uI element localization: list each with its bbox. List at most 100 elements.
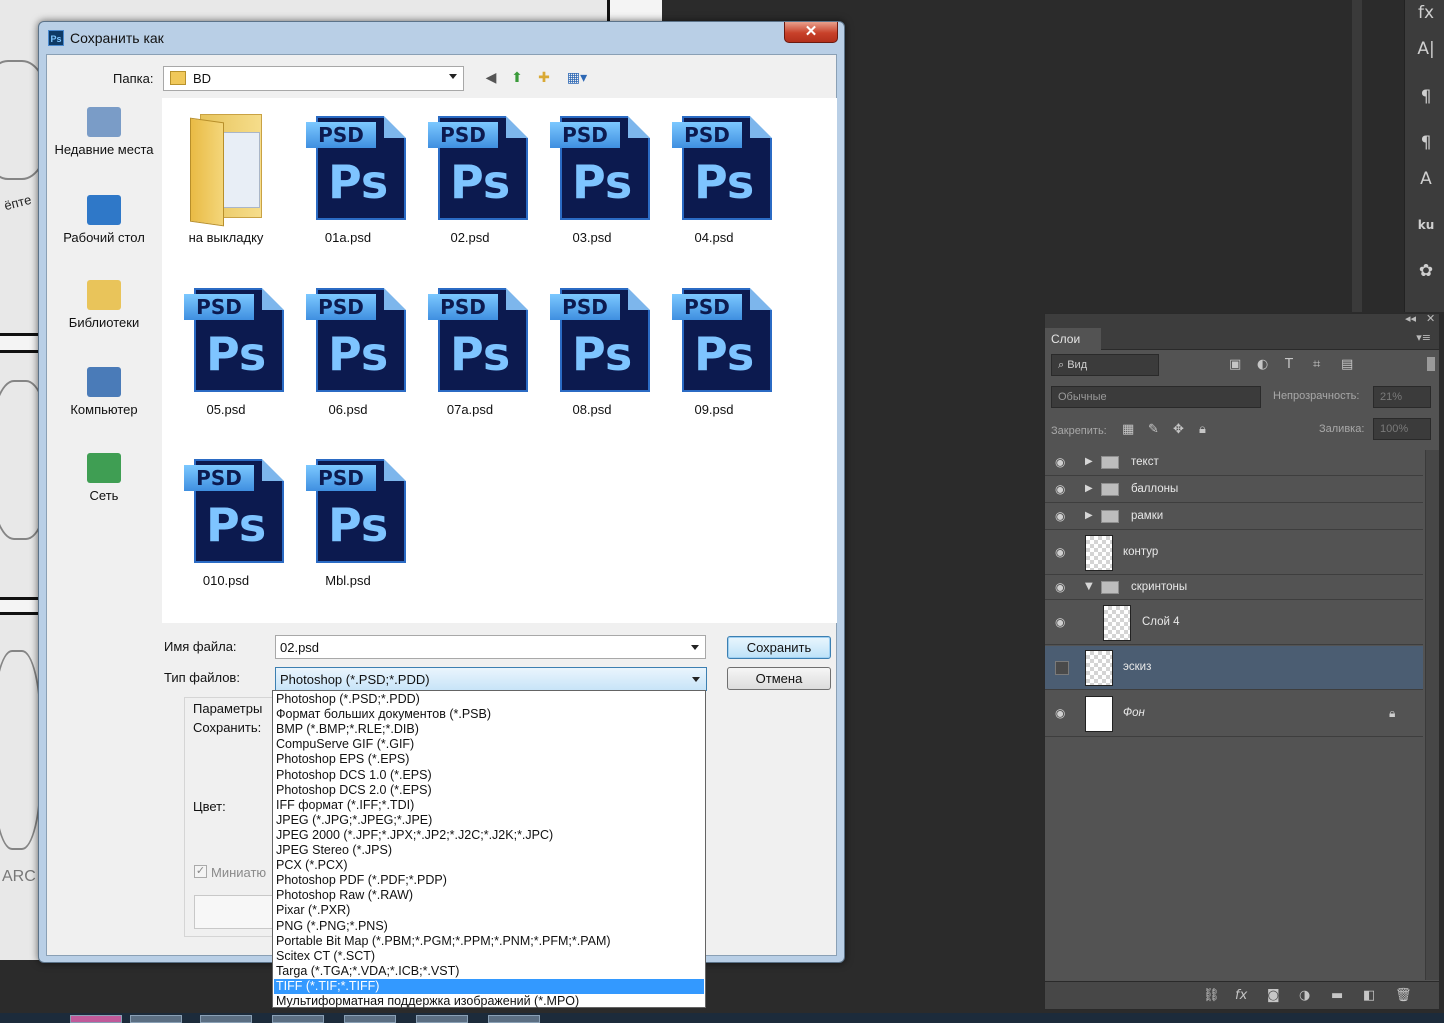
filetype-option[interactable]: Photoshop EPS (*.EPS) <box>274 752 704 767</box>
fx-icon[interactable]: fx <box>1413 0 1439 26</box>
taskbar-button[interactable] <box>344 1015 396 1023</box>
filetype-option[interactable]: PNG (*.PNG;*.PNS) <box>274 919 704 934</box>
collapsed-triangle-icon[interactable]: ▶ <box>1085 483 1093 494</box>
visibility-eye-icon[interactable]: ◉ <box>1055 615 1065 629</box>
visibility-eye-icon[interactable]: ◉ <box>1055 509 1065 523</box>
file-item[interactable]: PSD Ps 08.psd <box>538 278 650 438</box>
view-menu-icon[interactable]: ▦▾ <box>562 68 592 88</box>
chevron-down-icon[interactable] <box>691 645 699 650</box>
taskbar-button[interactable] <box>272 1015 324 1023</box>
up-folder-icon[interactable]: ⬆ <box>507 68 527 88</box>
place-libraries[interactable]: Библиотеки <box>53 280 155 331</box>
filetype-option[interactable]: Photoshop PDF (*.PDF;*.PDP) <box>274 873 704 888</box>
character-styles-icon[interactable]: A <box>1413 166 1439 192</box>
folder-select[interactable]: BD <box>163 66 464 91</box>
filetype-option[interactable]: Portable Bit Map (*.PBM;*.PGM;*.PPM;*.PN… <box>274 934 704 949</box>
paragraph-styles-icon[interactable]: ¶ <box>1413 130 1439 156</box>
filetype-option[interactable]: Photoshop DCS 1.0 (*.EPS) <box>274 768 704 783</box>
visibility-eye-icon[interactable]: ◉ <box>1055 706 1065 720</box>
layer-row[interactable]: ◉ контур <box>1045 531 1423 575</box>
new-layer-icon[interactable]: ◧ <box>1363 988 1375 1003</box>
smart-object-filter-icon[interactable]: ▤ <box>1341 357 1353 372</box>
visibility-toggle[interactable] <box>1055 661 1069 675</box>
filetype-option[interactable]: CompuServe GIF (*.GIF) <box>274 737 704 752</box>
layer-group-row[interactable]: ◉ ▼ скринтоны <box>1045 576 1423 600</box>
filetype-option[interactable]: Scitex CT (*.SCT) <box>274 949 704 964</box>
filter-toggle-icon[interactable] <box>1427 357 1435 371</box>
layer-row[interactable]: ◉ Фон 🔒︎ <box>1045 691 1423 737</box>
filetype-option[interactable]: PCX (*.PCX) <box>274 858 704 873</box>
visibility-eye-icon[interactable]: ◉ <box>1055 482 1065 496</box>
filetype-option[interactable]: Pixar (*.PXR) <box>274 903 704 918</box>
collapsed-triangle-icon[interactable]: ▶ <box>1085 510 1093 521</box>
layer-row[interactable]: ◉ Слой 4 <box>1045 601 1423 645</box>
back-icon[interactable]: ◀ <box>481 68 501 88</box>
filetype-option[interactable]: Формат больших документов (*.PSB) <box>274 707 704 722</box>
close-button[interactable]: ✕ <box>784 22 838 43</box>
filetype-option[interactable]: BMP (*.BMP;*.RLE;*.DIB) <box>274 722 704 737</box>
plugin-icon[interactable]: ku <box>1413 212 1439 238</box>
lock-all-icon[interactable]: 🔒︎ <box>1199 422 1206 437</box>
file-item[interactable]: PSD Ps 06.psd <box>294 278 406 438</box>
scrollbar[interactable] <box>1425 450 1439 980</box>
taskbar-button[interactable] <box>130 1015 182 1023</box>
filetype-select[interactable]: Photoshop (*.PSD;*.PDD) <box>275 667 707 691</box>
taskbar-button[interactable] <box>200 1015 252 1023</box>
chevron-down-icon[interactable] <box>449 74 457 79</box>
type-filter-icon[interactable]: T <box>1285 357 1293 372</box>
folder-item[interactable]: на выкладку <box>172 106 280 266</box>
filetype-option[interactable]: TIFF (*.TIF;*.TIFF) <box>274 978 704 994</box>
filetype-option[interactable]: Photoshop DCS 2.0 (*.EPS) <box>274 783 704 798</box>
layer-group-row[interactable]: ◉ ▶ текст <box>1045 450 1423 476</box>
tab-layers[interactable]: Слои <box>1045 328 1101 350</box>
layer-row[interactable]: эскиз <box>1045 646 1423 690</box>
shape-filter-icon[interactable]: ⌗ <box>1313 357 1320 372</box>
thumbnail-checkbox[interactable]: ✓ <box>194 865 207 878</box>
layer-group-row[interactable]: ◉ ▶ рамки <box>1045 504 1423 530</box>
file-item[interactable]: PSD Ps 03.psd <box>538 106 650 266</box>
dialog-titlebar[interactable]: Ps Сохранить как ✕ <box>39 22 844 54</box>
filetype-option[interactable]: Targa (*.TGA;*.VDA;*.ICB;*.VST) <box>274 964 704 979</box>
visibility-eye-icon[interactable]: ◉ <box>1055 545 1065 559</box>
image-filter-icon[interactable]: ▣ <box>1229 357 1241 372</box>
new-folder-icon[interactable]: ✚ <box>534 68 554 88</box>
character-icon[interactable]: A| <box>1413 36 1439 62</box>
opacity-input[interactable]: 21% <box>1373 386 1431 408</box>
adjustment-layer-icon[interactable]: ◑ <box>1299 988 1310 1003</box>
filetype-option[interactable]: JPEG 2000 (*.JPF;*.JPX;*.JP2;*.J2C;*.J2K… <box>274 828 704 843</box>
link-layers-icon[interactable]: ⛓ <box>1203 988 1220 1003</box>
fx-icon[interactable]: fx <box>1235 988 1247 1003</box>
save-button[interactable]: Сохранить <box>727 636 831 659</box>
file-item[interactable]: PSD Ps 05.psd <box>172 278 284 438</box>
add-mask-icon[interactable]: ◙ <box>1267 988 1280 1003</box>
file-list[interactable]: на выкладку PSD Ps 01a.psd PSD Ps 02.psd PSD Ps 0… <box>162 98 837 623</box>
trash-icon[interactable]: 🗑︎ <box>1395 988 1412 1003</box>
fill-input[interactable]: 100% <box>1373 418 1431 440</box>
collapse-icon[interactable]: ◂◂ <box>1405 312 1416 325</box>
cancel-button[interactable]: Отмена <box>727 667 831 690</box>
filename-input[interactable]: 02.psd <box>275 635 706 659</box>
chevron-down-icon[interactable] <box>692 677 700 682</box>
place-network[interactable]: Сеть <box>53 453 155 504</box>
place-recent-places[interactable]: Недавние места <box>53 107 155 158</box>
filetype-option[interactable]: JPEG Stereo (*.JPS) <box>274 843 704 858</box>
visibility-eye-icon[interactable]: ◉ <box>1055 580 1065 594</box>
layer-filter-select[interactable]: ⌕ Вид <box>1051 354 1159 376</box>
lock-position-icon[interactable]: ✥ <box>1173 422 1184 437</box>
file-item[interactable]: PSD Ps 010.psd <box>172 449 284 609</box>
panel-menu-icon[interactable]: ▾≡ <box>1416 331 1431 344</box>
filetype-option[interactable]: Photoshop (*.PSD;*.PDD) <box>274 692 704 707</box>
expanded-triangle-icon[interactable]: ▼ <box>1085 581 1093 592</box>
lock-transparency-icon[interactable]: ▦ <box>1122 422 1134 437</box>
adjustment-filter-icon[interactable]: ◐ <box>1257 357 1268 372</box>
new-group-icon[interactable]: ▬ <box>1331 988 1343 1003</box>
lock-paint-icon[interactable]: ✎ <box>1148 422 1159 437</box>
place-computer[interactable]: Компьютер <box>53 367 155 418</box>
filetype-dropdown-list[interactable]: Photoshop (*.PSD;*.PDD) Формат больших до… <box>272 690 706 1008</box>
filetype-option[interactable]: JPEG (*.JPG;*.JPEG;*.JPE) <box>274 813 704 828</box>
paragraph-icon[interactable]: ¶ <box>1413 84 1439 110</box>
close-icon[interactable]: ✕ <box>1426 312 1435 325</box>
filetype-option[interactable]: Photoshop Raw (*.RAW) <box>274 888 704 903</box>
options-field[interactable] <box>194 895 284 929</box>
place-desktop[interactable]: Рабочий стол <box>53 195 155 246</box>
